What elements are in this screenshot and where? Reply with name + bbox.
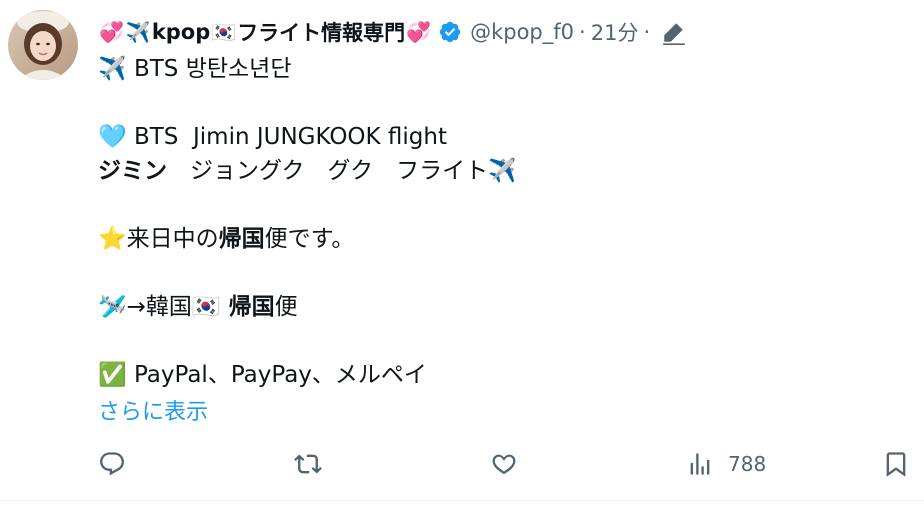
post-time[interactable]: 21分: [591, 17, 639, 47]
text-line: ⭐ 来日中の 帰国 便です。: [98, 222, 517, 256]
text-segment: 便: [274, 294, 298, 320]
heart-emoji-icon: 💞: [99, 20, 124, 44]
views-count: 788: [728, 452, 767, 476]
reply-icon: [100, 452, 124, 476]
views-button[interactable]: 788: [686, 450, 766, 478]
text-line: ✈️ BTS 방탄소년단: [98, 52, 517, 86]
avatar-image: [8, 10, 78, 80]
text-bold-segment: ジミン: [98, 158, 167, 184]
display-name[interactable]: 💞 ✈️ kpop 🇰🇷 フライト情報専門 💞: [98, 17, 432, 47]
text-bold-segment: 帰国: [220, 294, 275, 320]
reply-button[interactable]: [98, 450, 126, 478]
text-segment: ジョングク グク フライト: [167, 158, 489, 184]
separator: ·: [643, 20, 651, 44]
airplane-emoji-icon: ✈️: [488, 158, 517, 184]
blue-heart-emoji-icon: 🩵: [98, 124, 127, 150]
text-segment: PayPal、PayPay、メルペイ: [126, 362, 427, 388]
bookmark-icon: [886, 452, 906, 477]
text-line: 🩵 BTS Jimin JUNGKOOK flight: [98, 120, 517, 154]
display-name-text: kpop: [151, 20, 211, 44]
korea-flag-emoji-icon: 🇰🇷: [211, 20, 237, 44]
text-segment: BTS 방탄소년단: [126, 56, 292, 82]
text-line: 🛩️ →韓国 🇰🇷 帰国 便: [98, 290, 517, 324]
like-button[interactable]: [490, 450, 518, 478]
text-line: ジミン ジョングク グク フライト ✈️: [98, 154, 517, 188]
small-airplane-emoji-icon: 🛩️: [98, 294, 127, 320]
text-segment: 便です。: [264, 226, 355, 252]
tweet-header: 💞 ✈️ kpop 🇰🇷 フライト情報専門 💞 @kpop_f0 · 21分 ·: [98, 16, 687, 48]
text-segment: 来日中の: [126, 226, 219, 252]
check-mark-emoji-icon: ✅: [98, 362, 127, 388]
user-handle[interactable]: @kpop_f0: [470, 20, 574, 44]
divider: [0, 500, 924, 501]
airplane-emoji-icon: ✈️: [98, 56, 127, 82]
display-name-suffix: フライト情報専門: [237, 21, 406, 45]
text-segment: BTS Jimin JUNGKOOK flight: [126, 124, 448, 150]
edited-pencil-icon[interactable]: [661, 19, 687, 45]
bookmark-button[interactable]: [882, 450, 910, 478]
airplane-emoji-icon: ✈️: [125, 20, 151, 44]
heart-icon: [492, 454, 516, 475]
verified-badge-icon[interactable]: [438, 20, 462, 44]
analytics-icon: [690, 453, 710, 475]
heart-emoji-icon: 💞: [406, 20, 432, 44]
retweet-icon: [294, 454, 322, 474]
avatar[interactable]: [8, 10, 78, 80]
text-segment: →韓国: [126, 294, 192, 320]
tweet-card[interactable]: 💞 ✈️ kpop 🇰🇷 フライト情報専門 💞 @kpop_f0 · 21分 ·…: [0, 0, 924, 510]
show-more-link[interactable]: さらに表示: [98, 394, 208, 426]
star-emoji-icon: ⭐: [98, 226, 127, 252]
korea-flag-emoji-icon: 🇰🇷: [191, 294, 221, 320]
text-bold-segment: 帰国: [218, 226, 265, 252]
tweet-text: ✈️ BTS 방탄소년단 🩵 BTS Jimin JUNGKOOK flight…: [98, 52, 517, 392]
text-line: ✅ PayPal、PayPay、メルペイ: [98, 358, 517, 392]
retweet-button[interactable]: [294, 450, 322, 478]
action-bar: 788: [98, 446, 912, 482]
separator: ·: [579, 20, 586, 44]
